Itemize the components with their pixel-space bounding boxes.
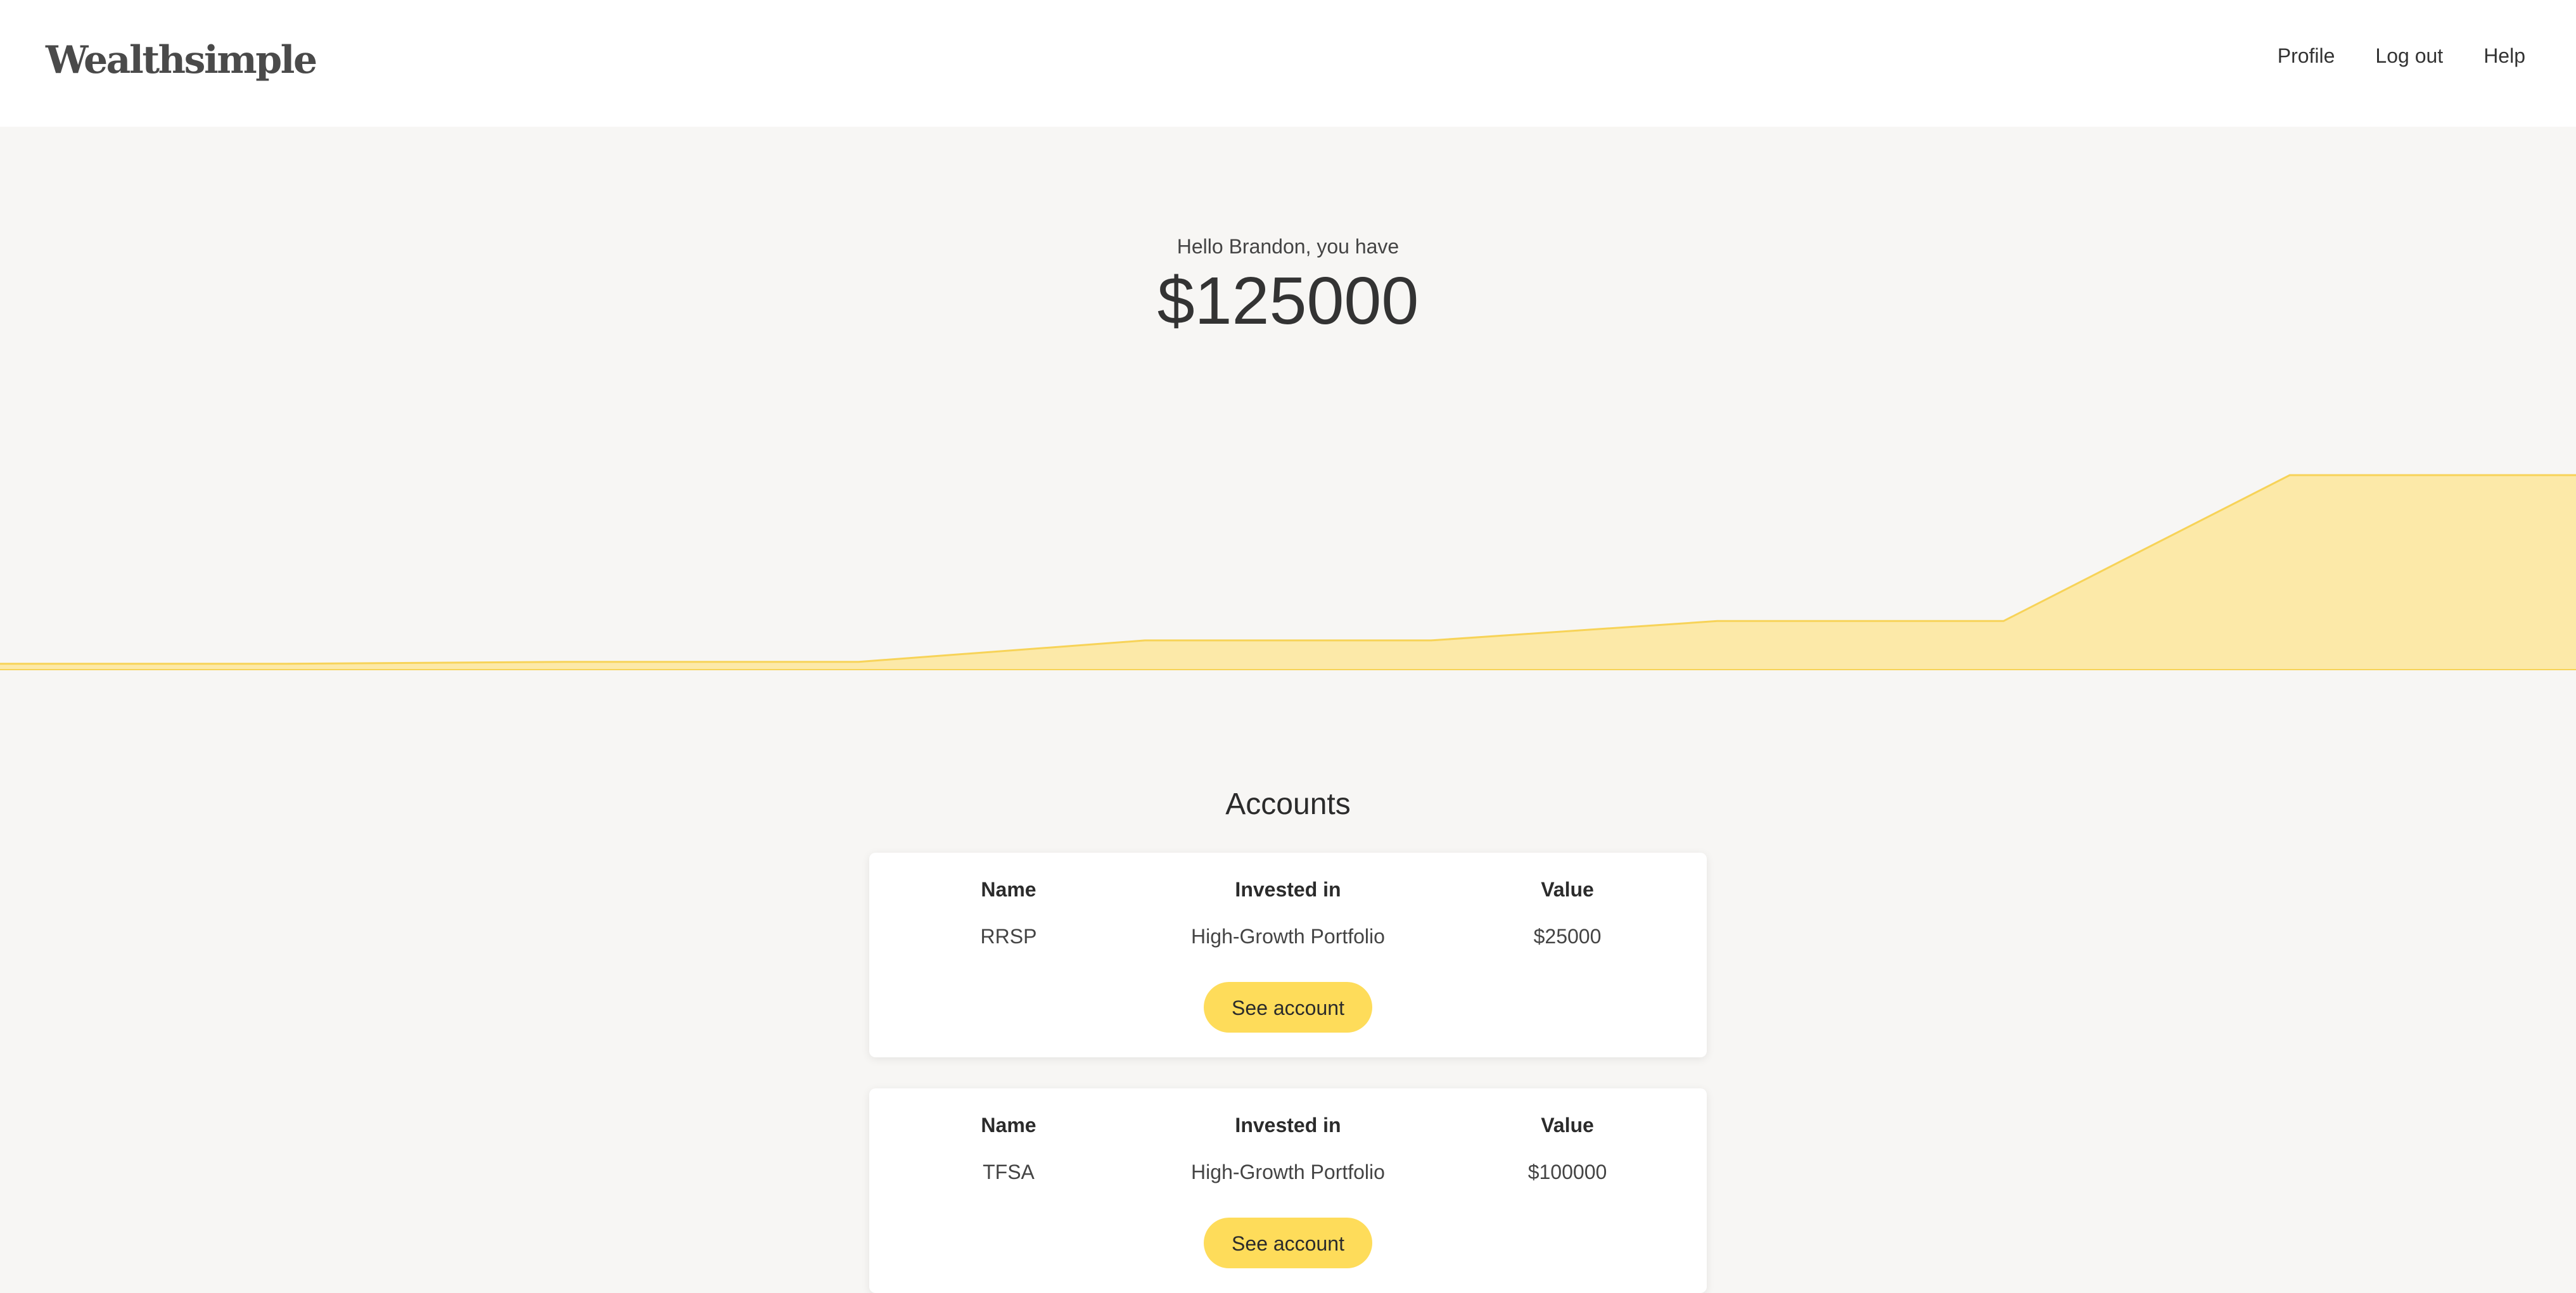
account-name: RRSP (980, 925, 1037, 948)
wealthsimple-logo[interactable]: Wealthsimple (46, 35, 317, 86)
see-account-button[interactable]: See account (1204, 982, 1372, 1033)
column-header-value: Value (1541, 878, 1594, 901)
account-value: $100000 (1527, 1161, 1607, 1183)
account-card-tfsa: Name Invested in Value TFSA High-Growth … (869, 1088, 1707, 1293)
account-value: $25000 (1533, 925, 1602, 948)
nav-logout-link[interactable]: Log out (2375, 41, 2443, 71)
column-header-invested: Invested in (1235, 878, 1341, 901)
greeting-text: Hello Brandon, you have (1176, 235, 1400, 258)
account-portfolio: High-Growth Portfolio (1191, 925, 1385, 948)
nav-profile-link[interactable]: Profile (2278, 41, 2335, 71)
accounts-heading: Accounts (1225, 787, 1351, 821)
column-header-value: Value (1541, 1114, 1594, 1137)
see-account-button[interactable]: See account (1204, 1218, 1372, 1268)
account-portfolio: High-Growth Portfolio (1191, 1161, 1385, 1183)
account-card-rrsp: Name Invested in Value RRSP High-Growth … (869, 853, 1707, 1057)
top-navbar: Wealthsimple Profile Log out Help (0, 0, 2576, 127)
column-header-name: Name (981, 878, 1036, 901)
nav-help-link[interactable]: Help (2484, 41, 2525, 71)
top-nav: Profile Log out Help (2278, 41, 2525, 71)
balance-history-chart (0, 474, 2576, 670)
account-name: TFSA (983, 1161, 1035, 1183)
total-balance: $125000 (1157, 264, 1419, 338)
column-header-invested: Invested in (1235, 1114, 1341, 1137)
column-header-name: Name (981, 1114, 1036, 1137)
